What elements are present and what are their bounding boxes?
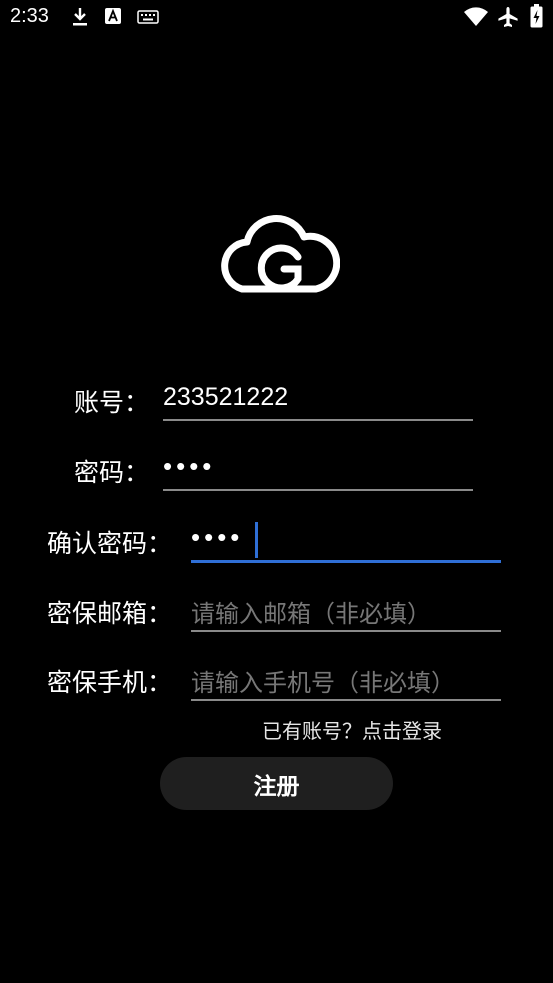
password-label: 密码： xyxy=(74,458,150,487)
password-value: •••• xyxy=(163,451,216,481)
download-icon xyxy=(73,8,87,26)
battery-charging-icon xyxy=(530,4,543,28)
confirm-password-label: 确认密码： xyxy=(47,529,173,558)
confirm-password-row: 确认密码： •••• xyxy=(0,520,553,566)
email-label: 密保邮箱： xyxy=(47,599,173,628)
phone-placeholder: 请输入手机号（非必填） xyxy=(191,669,455,697)
account-label: 账号： xyxy=(74,388,150,417)
wifi-icon xyxy=(464,7,488,27)
cloud-g-logo xyxy=(221,215,340,293)
phone-input[interactable]: 请输入手机号（非必填） xyxy=(191,659,501,701)
app-notification-icon xyxy=(105,8,121,24)
password-row: 密码： •••• xyxy=(0,449,553,495)
email-placeholder: 请输入邮箱（非必填） xyxy=(191,600,431,628)
phone-row: 密保手机： 请输入手机号（非必填） xyxy=(0,659,553,705)
email-input[interactable]: 请输入邮箱（非必填） xyxy=(191,590,501,632)
email-row: 密保邮箱： 请输入邮箱（非必填） xyxy=(0,590,553,636)
status-bar: 2:33 xyxy=(0,0,553,36)
account-row: 账号： 233521222 xyxy=(0,379,553,425)
password-input[interactable]: •••• xyxy=(163,449,473,491)
confirm-password-value: •••• xyxy=(191,522,244,552)
airplane-mode-icon xyxy=(498,7,518,27)
account-input[interactable]: 233521222 xyxy=(163,379,473,421)
text-caret xyxy=(255,522,258,558)
confirm-password-input[interactable]: •••• xyxy=(191,520,501,563)
account-value: 233521222 xyxy=(163,383,289,411)
login-link[interactable]: 已有账号？点击登录 xyxy=(262,715,442,744)
keyboard-icon xyxy=(137,10,159,24)
status-time: 2:33 xyxy=(10,5,49,27)
phone-label: 密保手机： xyxy=(47,668,173,697)
register-button[interactable]: 注册 xyxy=(160,757,393,810)
